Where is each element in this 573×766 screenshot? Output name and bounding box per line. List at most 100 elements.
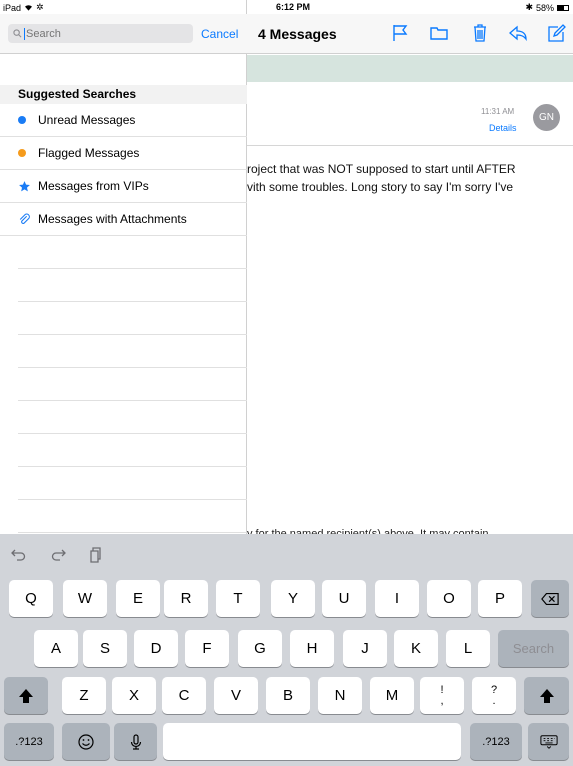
key-x[interactable]: X (112, 677, 156, 714)
status-bar: iPad ✲ 6:12 PM ✱ 58% (0, 0, 573, 14)
key-t[interactable]: T (216, 580, 260, 617)
keyboard-dismiss-icon (539, 734, 558, 749)
avatar[interactable]: GN (533, 104, 560, 131)
suggested-searches-list: Unread Messages Flagged Messages Message… (0, 104, 247, 236)
numbers-key-right[interactable]: .?123 (470, 723, 522, 760)
list-row-separator (18, 302, 247, 335)
message-body-line: roject that was NOT supposed to start un… (247, 162, 516, 176)
key-a[interactable]: A (34, 630, 78, 667)
star-icon (18, 180, 38, 193)
search-sidebar: Cancel Suggested Searches Unread Message… (0, 0, 247, 534)
search-key[interactable]: Search (498, 630, 569, 667)
emoji-icon (78, 733, 94, 750)
empty-list-rows (18, 236, 247, 533)
key-r[interactable]: R (164, 580, 208, 617)
key-j[interactable]: J (343, 630, 387, 667)
list-row-separator (18, 467, 247, 500)
numbers-key-left[interactable]: .?123 (4, 723, 54, 760)
search-bar: Cancel (0, 14, 247, 54)
key-w[interactable]: W (63, 580, 107, 617)
details-link[interactable]: Details (489, 123, 517, 133)
dictation-key[interactable] (114, 723, 157, 760)
key-u[interactable]: U (322, 580, 366, 617)
wifi-icon (24, 3, 33, 13)
key-k[interactable]: K (394, 630, 438, 667)
suggestion-flagged[interactable]: Flagged Messages (0, 137, 247, 170)
message-banner (247, 55, 573, 82)
key-g[interactable]: G (238, 630, 282, 667)
status-right: ✱ 58% (525, 2, 569, 13)
key-question-period[interactable]: ? . (472, 677, 516, 714)
key-i[interactable]: I (375, 580, 419, 617)
key-p[interactable]: P (478, 580, 522, 617)
search-field[interactable] (8, 24, 193, 43)
delete-key[interactable] (531, 580, 569, 617)
key-n[interactable]: N (318, 677, 362, 714)
key-d[interactable]: D (134, 630, 178, 667)
folder-icon[interactable] (428, 22, 450, 44)
battery-icon (557, 4, 569, 11)
key-c[interactable]: C (162, 677, 206, 714)
blue-dot-icon (18, 116, 26, 124)
list-row-separator (18, 269, 247, 302)
microphone-icon (130, 733, 141, 750)
battery-percent: 58% (535, 2, 554, 13)
list-row-separator (18, 401, 247, 434)
list-row-separator (18, 434, 247, 467)
orange-dot-icon (18, 149, 26, 157)
shift-key-right[interactable] (524, 677, 569, 714)
message-header-divider (247, 145, 573, 146)
compose-icon[interactable] (545, 22, 567, 44)
key-l[interactable]: L (446, 630, 490, 667)
keyboard: Q W E R T Y U I O P A S D F G H J K L Se… (0, 534, 573, 766)
suggestion-label: Flagged Messages (38, 146, 140, 160)
key-z[interactable]: Z (62, 677, 106, 714)
message-body-line: vith some troubles. Long story to say I'… (247, 180, 514, 194)
paste-icon[interactable] (86, 546, 104, 564)
suggestion-label: Messages from VIPs (38, 179, 149, 193)
suggestion-vips[interactable]: Messages from VIPs (0, 170, 247, 203)
trash-icon[interactable] (469, 22, 491, 44)
cancel-button[interactable]: Cancel (201, 27, 238, 41)
key-o[interactable]: O (427, 580, 471, 617)
hide-keyboard-key[interactable] (528, 723, 569, 760)
redo-icon[interactable] (50, 546, 68, 564)
message-body: roject that was NOT supposed to start un… (247, 160, 573, 196)
list-row-separator (18, 368, 247, 401)
paperclip-icon (18, 213, 38, 226)
text-cursor (24, 27, 25, 40)
ipad-screen: iPad ✲ 6:12 PM ✱ 58% 4 Messages 11:31 AM… (0, 0, 573, 766)
key-exclaim-comma[interactable]: ! , (420, 677, 464, 714)
key-f[interactable]: F (185, 630, 229, 667)
suggested-searches-header: Suggested Searches (0, 85, 247, 104)
suggestion-attachments[interactable]: Messages with Attachments (0, 203, 247, 236)
device-label: iPad (3, 2, 22, 13)
message-time: 11:31 AM (481, 107, 515, 116)
flag-icon[interactable] (389, 22, 411, 44)
shift-key-left[interactable] (4, 677, 48, 714)
key-m[interactable]: M (370, 677, 414, 714)
list-row-separator (18, 335, 247, 368)
key-v[interactable]: V (214, 677, 258, 714)
key-h[interactable]: H (290, 630, 334, 667)
status-time: 6:12 PM (276, 2, 311, 12)
shift-icon (19, 688, 33, 703)
suggestion-label: Unread Messages (38, 113, 136, 127)
undo-icon[interactable] (9, 546, 27, 564)
backspace-icon (541, 592, 559, 605)
activity-icon: ✲ (36, 2, 44, 12)
message-nav-bar: 4 Messages (247, 14, 573, 54)
space-bar[interactable] (163, 723, 461, 760)
search-icon (13, 29, 22, 38)
key-q[interactable]: Q (9, 580, 53, 617)
reply-icon[interactable] (507, 22, 529, 44)
suggestion-unread[interactable]: Unread Messages (0, 104, 247, 137)
suggestion-label: Messages with Attachments (38, 212, 187, 226)
key-e[interactable]: E (116, 580, 160, 617)
key-b[interactable]: B (266, 677, 310, 714)
bluetooth-icon: ✱ (525, 2, 533, 12)
key-s[interactable]: S (83, 630, 127, 667)
key-y[interactable]: Y (271, 580, 315, 617)
emoji-key[interactable] (62, 723, 110, 760)
search-input[interactable] (26, 27, 176, 40)
